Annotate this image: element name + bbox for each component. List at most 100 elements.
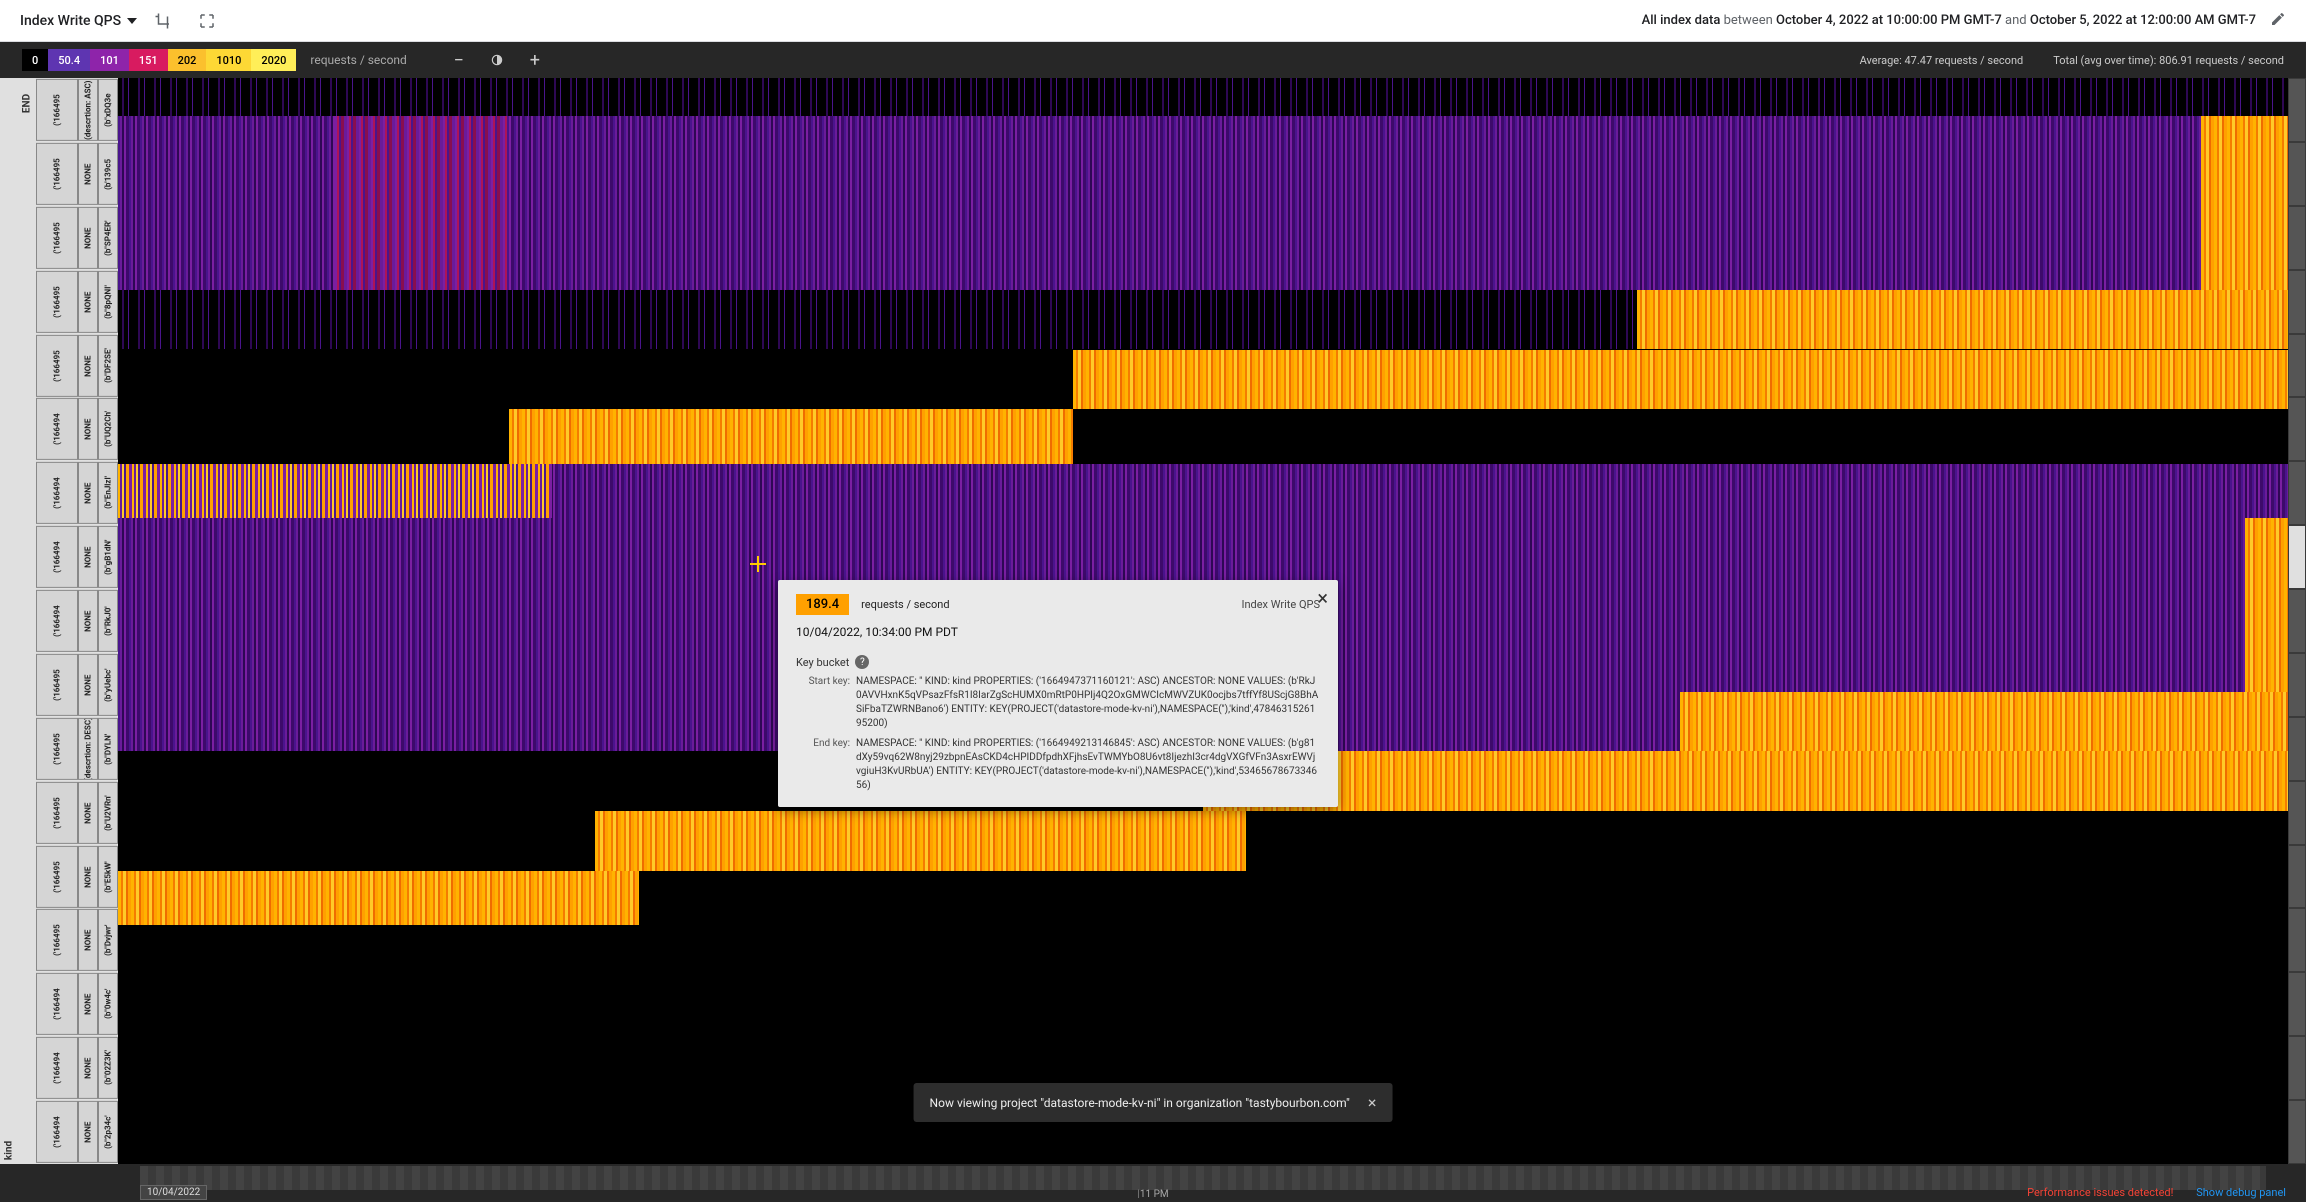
heatmap-row[interactable]: [118, 350, 2288, 410]
debug-panel-link[interactable]: Show debug panel: [2196, 1186, 2286, 1199]
row-key-label[interactable]: (b"RkJ0': [98, 590, 118, 652]
tooltip-value: 189.4: [796, 594, 849, 615]
scroll-segment[interactable]: [2289, 335, 2305, 397]
row-group-label[interactable]: ('166495: [36, 207, 78, 269]
row-group-label[interactable]: ('166494: [36, 462, 78, 524]
help-icon[interactable]: ?: [855, 655, 869, 669]
row-group-label[interactable]: ('166495: [36, 909, 78, 971]
row-labels-col-2: (descrtion: ASC)NONENONENONENONENONENONE…: [78, 78, 98, 1164]
right-scroll-rail[interactable]: [2288, 78, 2306, 1164]
row-sub-label[interactable]: NONE: [78, 335, 98, 397]
row-sub-label[interactable]: (descrtion: DESC): [78, 718, 98, 780]
row-group-label[interactable]: ('166494: [36, 973, 78, 1035]
row-key-label[interactable]: (b"Dvjwr': [98, 909, 118, 971]
row-sub-label[interactable]: NONE: [78, 973, 98, 1035]
row-group-label[interactable]: ('166495: [36, 654, 78, 716]
heatmap-row[interactable]: [118, 409, 2288, 463]
row-key-label[interactable]: (b"yUebc': [98, 654, 118, 716]
heatmap-row[interactable]: [118, 464, 2288, 518]
row-group-label[interactable]: ('166495: [36, 718, 78, 780]
row-sub-label[interactable]: NONE: [78, 782, 98, 844]
scroll-segment[interactable]: [2289, 654, 2305, 716]
row-sub-label[interactable]: NONE: [78, 654, 98, 716]
row-sub-label[interactable]: NONE: [78, 143, 98, 205]
time-range-text: All index data between October 4, 2022 a…: [1642, 13, 2256, 28]
row-key-label[interactable]: (b"SP4ER': [98, 207, 118, 269]
scroll-segment[interactable]: [2289, 718, 2305, 780]
scroll-segment[interactable]: [2289, 1101, 2305, 1163]
row-key-label[interactable]: (b"DYLN': [98, 718, 118, 780]
row-sub-label[interactable]: NONE: [78, 271, 98, 333]
row-key-label[interactable]: (b"E5kW': [98, 846, 118, 908]
tooltip-card: × 189.4 requests / second Index Write QP…: [778, 580, 1338, 807]
row-sub-label[interactable]: NONE: [78, 398, 98, 460]
scroll-segment[interactable]: [2289, 398, 2305, 460]
row-group-label[interactable]: ('166494: [36, 1037, 78, 1099]
row-sub-label[interactable]: NONE: [78, 1037, 98, 1099]
row-key-label[interactable]: (b"UQ2Ch': [98, 398, 118, 460]
zoom-in-button[interactable]: +: [523, 48, 547, 72]
row-group-label[interactable]: ('166494: [36, 398, 78, 460]
row-sub-label[interactable]: NONE: [78, 590, 98, 652]
row-group-label[interactable]: ('166495: [36, 846, 78, 908]
time-brush[interactable]: [140, 1166, 2266, 1190]
fullscreen-button[interactable]: [189, 3, 225, 39]
row-key-label[interactable]: (b"0w4c': [98, 973, 118, 1035]
scroll-segment[interactable]: [2289, 846, 2305, 908]
stats-total: Total (avg over time): 806.91 requests /…: [2053, 54, 2284, 67]
row-sub-label[interactable]: NONE: [78, 846, 98, 908]
scroll-segment[interactable]: [2289, 526, 2305, 588]
row-sub-label[interactable]: NONE: [78, 207, 98, 269]
row-group-label[interactable]: ('166495: [36, 143, 78, 205]
heatmap-row[interactable]: [118, 116, 2288, 290]
scroll-segment[interactable]: [2289, 1037, 2305, 1099]
row-group-label[interactable]: ('166495: [36, 335, 78, 397]
legend-swatch: 101: [90, 49, 129, 71]
scroll-segment[interactable]: [2289, 973, 2305, 1035]
row-sub-label[interactable]: NONE: [78, 909, 98, 971]
heatmap-band: [2245, 518, 2288, 692]
heatmap-row[interactable]: [118, 871, 2288, 925]
brightness-button[interactable]: [485, 48, 509, 72]
row-key-label[interactable]: (b"2p34c': [98, 1101, 118, 1163]
row-sub-label[interactable]: (descrtion: ASC): [78, 79, 98, 141]
tooltip-close-button[interactable]: ×: [1317, 586, 1328, 610]
scroll-segment[interactable]: [2289, 782, 2305, 844]
row-group-label[interactable]: ('166495: [36, 782, 78, 844]
row-key-label[interactable]: (b"DF2SE': [98, 335, 118, 397]
row-sub-label[interactable]: NONE: [78, 526, 98, 588]
row-group-label[interactable]: ('166495: [36, 79, 78, 141]
row-group-label[interactable]: ('166495: [36, 271, 78, 333]
crop-button[interactable]: [145, 3, 181, 39]
heatmap-row[interactable]: [118, 811, 2288, 871]
row-key-label[interactable]: (b"02Z3K': [98, 1037, 118, 1099]
scroll-segment[interactable]: [2289, 909, 2305, 971]
row-sub-label[interactable]: NONE: [78, 462, 98, 524]
row-key-label[interactable]: (b"xDQ3e: [98, 79, 118, 141]
heatmap-row[interactable]: [118, 925, 2288, 1164]
scroll-segment[interactable]: [2289, 462, 2305, 524]
legend-swatch: 202: [168, 49, 207, 71]
edit-time-button[interactable]: [2270, 11, 2286, 30]
zoom-out-button[interactable]: −: [447, 48, 471, 72]
row-sub-label[interactable]: NONE: [78, 1101, 98, 1163]
row-key-label[interactable]: (b"U2VRn': [98, 782, 118, 844]
scroll-segment[interactable]: [2289, 271, 2305, 333]
scroll-segment[interactable]: [2289, 207, 2305, 269]
metric-selector[interactable]: Index Write QPS: [20, 13, 137, 29]
heatmap-row[interactable]: [118, 78, 2288, 116]
scroll-segment[interactable]: [2289, 79, 2305, 141]
row-key-label[interactable]: (b"gB1dN': [98, 526, 118, 588]
scroll-segment[interactable]: [2289, 590, 2305, 652]
perf-issues-link[interactable]: Performance issues detected!: [2027, 1186, 2173, 1199]
row-group-label[interactable]: ('166494: [36, 590, 78, 652]
row-group-label[interactable]: ('166494: [36, 1101, 78, 1163]
row-group-label[interactable]: ('166494: [36, 526, 78, 588]
row-key-label[interactable]: (b"EnJlzl': [98, 462, 118, 524]
scroll-segment[interactable]: [2289, 143, 2305, 205]
snackbar-close-button[interactable]: ×: [1368, 1093, 1377, 1112]
row-key-label[interactable]: (b"8pQNI': [98, 271, 118, 333]
heatmap-row[interactable]: [118, 290, 2288, 350]
row-key-label[interactable]: (b'139c5: [98, 143, 118, 205]
metric-name: Index Write QPS: [20, 13, 121, 29]
